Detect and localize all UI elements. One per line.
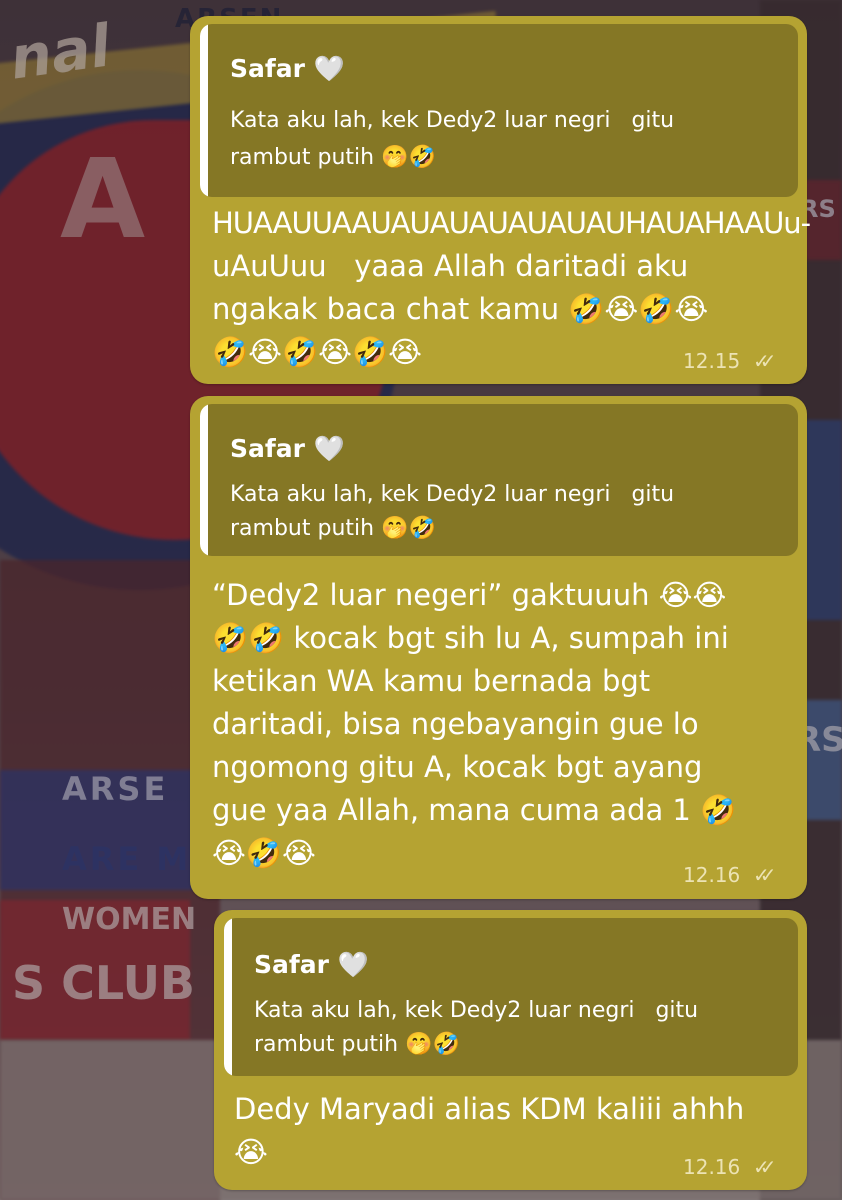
message-text-line: 😭 bbox=[234, 1135, 268, 1169]
quoted-text-line: Kata aku lah, kek Dedy2 luar negri gitu bbox=[230, 482, 675, 507]
quote-accent-bar bbox=[224, 918, 232, 1076]
quoted-sender-name: Safar 🤍 bbox=[230, 434, 345, 463]
quote-accent-bar bbox=[200, 24, 208, 197]
message-bubble[interactable]: Safar 🤍 Kata aku lah, kek Dedy2 luar neg… bbox=[190, 16, 811, 384]
message-text-line: ketikan WA kamu bernada bgt bbox=[212, 664, 651, 698]
message-text-line: uAuUuu yaaa Allah daritadi aku bbox=[212, 249, 689, 283]
message-text-line: ngakak baca chat kamu 🤣😭🤣😭 bbox=[212, 292, 709, 326]
message-text-line: 🤣🤣 kocak bgt sih lu A, sumpah ini bbox=[212, 621, 729, 655]
message-text-line: 🤣😭🤣😭🤣😭 bbox=[212, 335, 422, 369]
quoted-text-line: rambut putih 🤭🤣 bbox=[230, 516, 436, 541]
message-text-line: daritadi, bisa ngebayangin gue lo bbox=[212, 707, 699, 741]
message-bubble[interactable]: Safar 🤍 Kata aku lah, kek Dedy2 luar neg… bbox=[214, 910, 807, 1190]
quoted-sender-name: Safar 🤍 bbox=[230, 54, 345, 83]
message-text-line: 😭🤣😭 bbox=[212, 836, 316, 870]
quote-accent-bar bbox=[200, 404, 208, 556]
message-text-line: HUAAUUAAUAUAUAUAUAUAUHAUAHAAUu- bbox=[212, 206, 811, 240]
message-text-line: “Dedy2 luar negeri” gaktuuuh 😭😭 bbox=[212, 578, 727, 612]
quoted-text-line: Kata aku lah, kek Dedy2 luar negri gitu bbox=[254, 998, 699, 1023]
message-text-line: gue yaa Allah, mana cuma ada 1 🤣 bbox=[212, 793, 737, 827]
message-timestamp: 12.16 bbox=[683, 1155, 741, 1179]
reply-quote[interactable]: Safar 🤍 Kata aku lah, kek Dedy2 luar neg… bbox=[200, 404, 798, 556]
reply-quote[interactable]: Safar 🤍 Kata aku lah, kek Dedy2 luar neg… bbox=[200, 24, 798, 197]
read-ticks-icon: ✓✓ bbox=[753, 1155, 776, 1179]
message-text-line: ngomong gitu A, kocak bgt ayang bbox=[212, 750, 703, 784]
quoted-text-line: rambut putih 🤭🤣 bbox=[254, 1032, 460, 1057]
reply-quote[interactable]: Safar 🤍 Kata aku lah, kek Dedy2 luar neg… bbox=[224, 918, 798, 1076]
quoted-text-line: rambut putih 🤭🤣 bbox=[230, 145, 436, 170]
read-ticks-icon: ✓✓ bbox=[753, 349, 776, 373]
quoted-sender-name: Safar 🤍 bbox=[254, 950, 369, 979]
message-text-line: Dedy Maryadi alias KDM kaliii ahhh bbox=[234, 1092, 745, 1126]
message-bubble[interactable]: Safar 🤍 Kata aku lah, kek Dedy2 luar neg… bbox=[190, 396, 807, 899]
quoted-text-line: Kata aku lah, kek Dedy2 luar negri gitu bbox=[230, 108, 675, 133]
read-ticks-icon: ✓✓ bbox=[753, 863, 776, 887]
message-timestamp: 12.15 bbox=[683, 349, 741, 373]
message-timestamp: 12.16 bbox=[683, 863, 741, 887]
